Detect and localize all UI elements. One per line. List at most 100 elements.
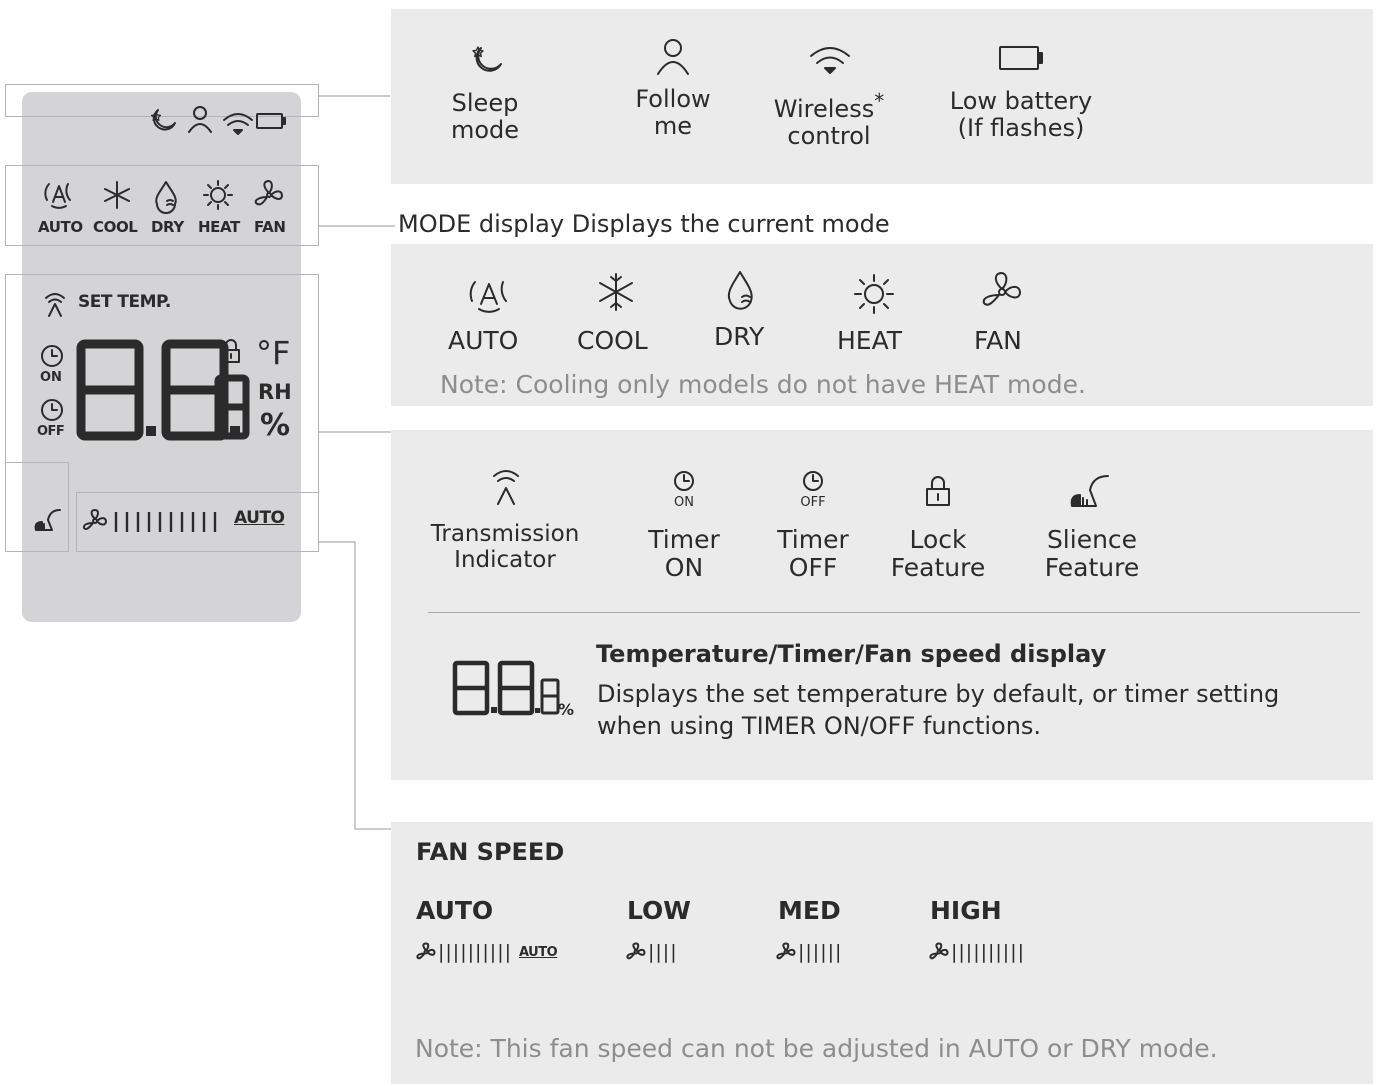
lock-feature-icon xyxy=(926,476,950,506)
fan-speed-auto-row: |||||||||| AUTO xyxy=(416,940,558,964)
mode-note: Note: Cooling only models do not have HE… xyxy=(440,370,1086,399)
fan-icon xyxy=(416,942,436,960)
fan-speed-high-bars: |||||||||| xyxy=(951,941,1026,963)
mode-label-dry: DRY xyxy=(714,322,765,351)
remote-fan-icon xyxy=(82,509,107,531)
remote-percent-label: % xyxy=(260,408,291,443)
fan-icon xyxy=(626,942,646,960)
follow-me-label-line2: me xyxy=(653,111,693,140)
fan-speed-low-row: |||| xyxy=(626,940,678,964)
transmission-indicator-icon xyxy=(493,470,519,505)
remote-small-digit xyxy=(214,374,250,440)
temperature-display-title: Temperature/Timer/Fan speed display xyxy=(596,640,1107,668)
remote-set-temp-label: SET TEMP. xyxy=(78,292,171,312)
follow-me-icon xyxy=(657,39,689,75)
wireless-control-label-line2: control xyxy=(787,121,871,150)
wireless-control-label: Wireless* control xyxy=(764,90,894,150)
timer-on-icon-text: ON xyxy=(674,495,694,510)
remote-mode-dry: DRY xyxy=(151,218,184,236)
low-battery-label-line1: Low battery xyxy=(949,87,1093,115)
remote-on-label: ON xyxy=(40,370,62,385)
fan-speed-low-label: LOW xyxy=(627,896,691,925)
fan-icon xyxy=(776,942,796,960)
fan-mode-icon xyxy=(982,272,1021,306)
transmission-indicator-label: Transmission Indicator xyxy=(420,521,590,574)
transmission-label-line2: Indicator xyxy=(454,546,556,573)
mode-label-cool: COOL xyxy=(577,326,648,355)
remote-off-label: OFF xyxy=(37,424,65,439)
transmission-label-line1: Transmission xyxy=(430,521,580,547)
timer-on-label-line2: ON xyxy=(664,553,704,582)
dry-mode-icon xyxy=(727,271,753,310)
remote-mode-icons xyxy=(44,180,283,214)
timer-off-label: Timer OFF xyxy=(753,526,873,582)
lock-feature-label-line1: Lock xyxy=(909,525,967,554)
fan-icon xyxy=(929,942,949,960)
remote-mode-labels: AUTO COOL DRY HEAT FAN xyxy=(38,218,298,238)
wireless-control-icon xyxy=(810,47,850,74)
wireless-asterisk: * xyxy=(874,89,885,113)
silence-feature-label: Slience Feature xyxy=(1022,526,1162,582)
mode-label-fan: FAN xyxy=(974,326,1022,355)
fan-speed-auto-suffix: AUTO xyxy=(519,944,558,960)
cool-mode-icon xyxy=(599,273,633,311)
remote-silence-icon xyxy=(34,509,61,531)
temperature-display-icon xyxy=(452,660,560,716)
wireless-control-label-line1: Wireless* xyxy=(764,90,894,123)
low-battery-label-line2: (If flashes) xyxy=(957,113,1085,142)
heat-mode-icon xyxy=(854,274,894,314)
fan-speed-high-row: |||||||||| xyxy=(929,940,1025,964)
timer-off-label-line1: Timer xyxy=(777,525,849,554)
temperature-display-desc-line2: when using TIMER ON/OFF functions. xyxy=(597,712,1042,740)
mode-label-auto: AUTO xyxy=(448,326,519,355)
remote-status-icons xyxy=(150,106,286,135)
low-battery-label: Low battery (If flashes) xyxy=(936,88,1106,142)
fan-speed-low-bars: |||| xyxy=(648,941,678,963)
remote-transmission-icon xyxy=(45,293,65,317)
mode-heading: MODE display Displays the current mode xyxy=(398,210,890,238)
low-battery-icon xyxy=(999,46,1043,70)
fan-speed-auto-label: AUTO xyxy=(416,896,494,925)
sleep-mode-label: Sleep mode xyxy=(420,90,550,144)
fan-speed-title: FAN SPEED xyxy=(416,838,565,866)
sleep-mode-label-line2: mode xyxy=(450,115,520,144)
temperature-display-percent: % xyxy=(558,700,575,719)
sleep-mode-label-line1: Sleep xyxy=(451,89,519,117)
follow-me-label: Follow me xyxy=(608,86,738,140)
fan-speed-auto-bars: |||||||||| xyxy=(438,941,513,963)
remote-timer-off-icon xyxy=(41,399,63,421)
mode-label-heat: HEAT xyxy=(837,326,903,355)
timer-on-label-line1: Timer xyxy=(648,525,720,554)
silence-feature-icon xyxy=(1070,475,1109,507)
remote-fan-auto-label: AUTO xyxy=(234,508,285,528)
timer-off-icon xyxy=(803,471,823,491)
remote-mode-heat: HEAT xyxy=(198,218,240,236)
remote-lock-icon xyxy=(222,339,240,363)
timer-off-icon-text: OFF xyxy=(800,495,826,510)
remote-fan-bars xyxy=(114,512,217,532)
remote-rh-label: RH xyxy=(258,380,292,404)
timer-on-label: Timer ON xyxy=(624,526,744,582)
lock-feature-label: Lock Feature xyxy=(873,526,1003,582)
timer-off-label-line2: OFF xyxy=(788,553,838,582)
silence-feature-label-line1: Slience xyxy=(1046,525,1138,554)
temperature-display-desc: Displays the set temperature by default,… xyxy=(597,678,1279,742)
remote-unit-f: °F xyxy=(256,334,291,372)
fan-speed-high-label: HIGH xyxy=(930,896,1002,925)
fan-speed-med-label: MED xyxy=(778,896,841,925)
fan-speed-note: Note: This fan speed can not be adjusted… xyxy=(415,1034,1218,1063)
indicator-divider xyxy=(428,612,1360,613)
wireless-label-text: Wireless xyxy=(773,95,875,123)
follow-me-label-line1: Follow xyxy=(635,85,711,113)
silence-feature-label-line2: Feature xyxy=(1044,553,1140,582)
remote-mode-auto: AUTO xyxy=(38,218,83,236)
sleep-mode-icon xyxy=(472,46,502,72)
lock-feature-label-line2: Feature xyxy=(890,553,986,582)
fan-speed-med-bars: |||||| xyxy=(798,941,843,963)
remote-timer-on-icon xyxy=(41,345,63,367)
auto-mode-icon xyxy=(469,281,507,313)
timer-on-icon xyxy=(674,471,694,491)
temperature-display-desc-line1: Displays the set temperature by default,… xyxy=(597,680,1280,708)
remote-mode-cool: COOL xyxy=(93,218,138,236)
fan-speed-med-row: |||||| xyxy=(776,940,842,964)
